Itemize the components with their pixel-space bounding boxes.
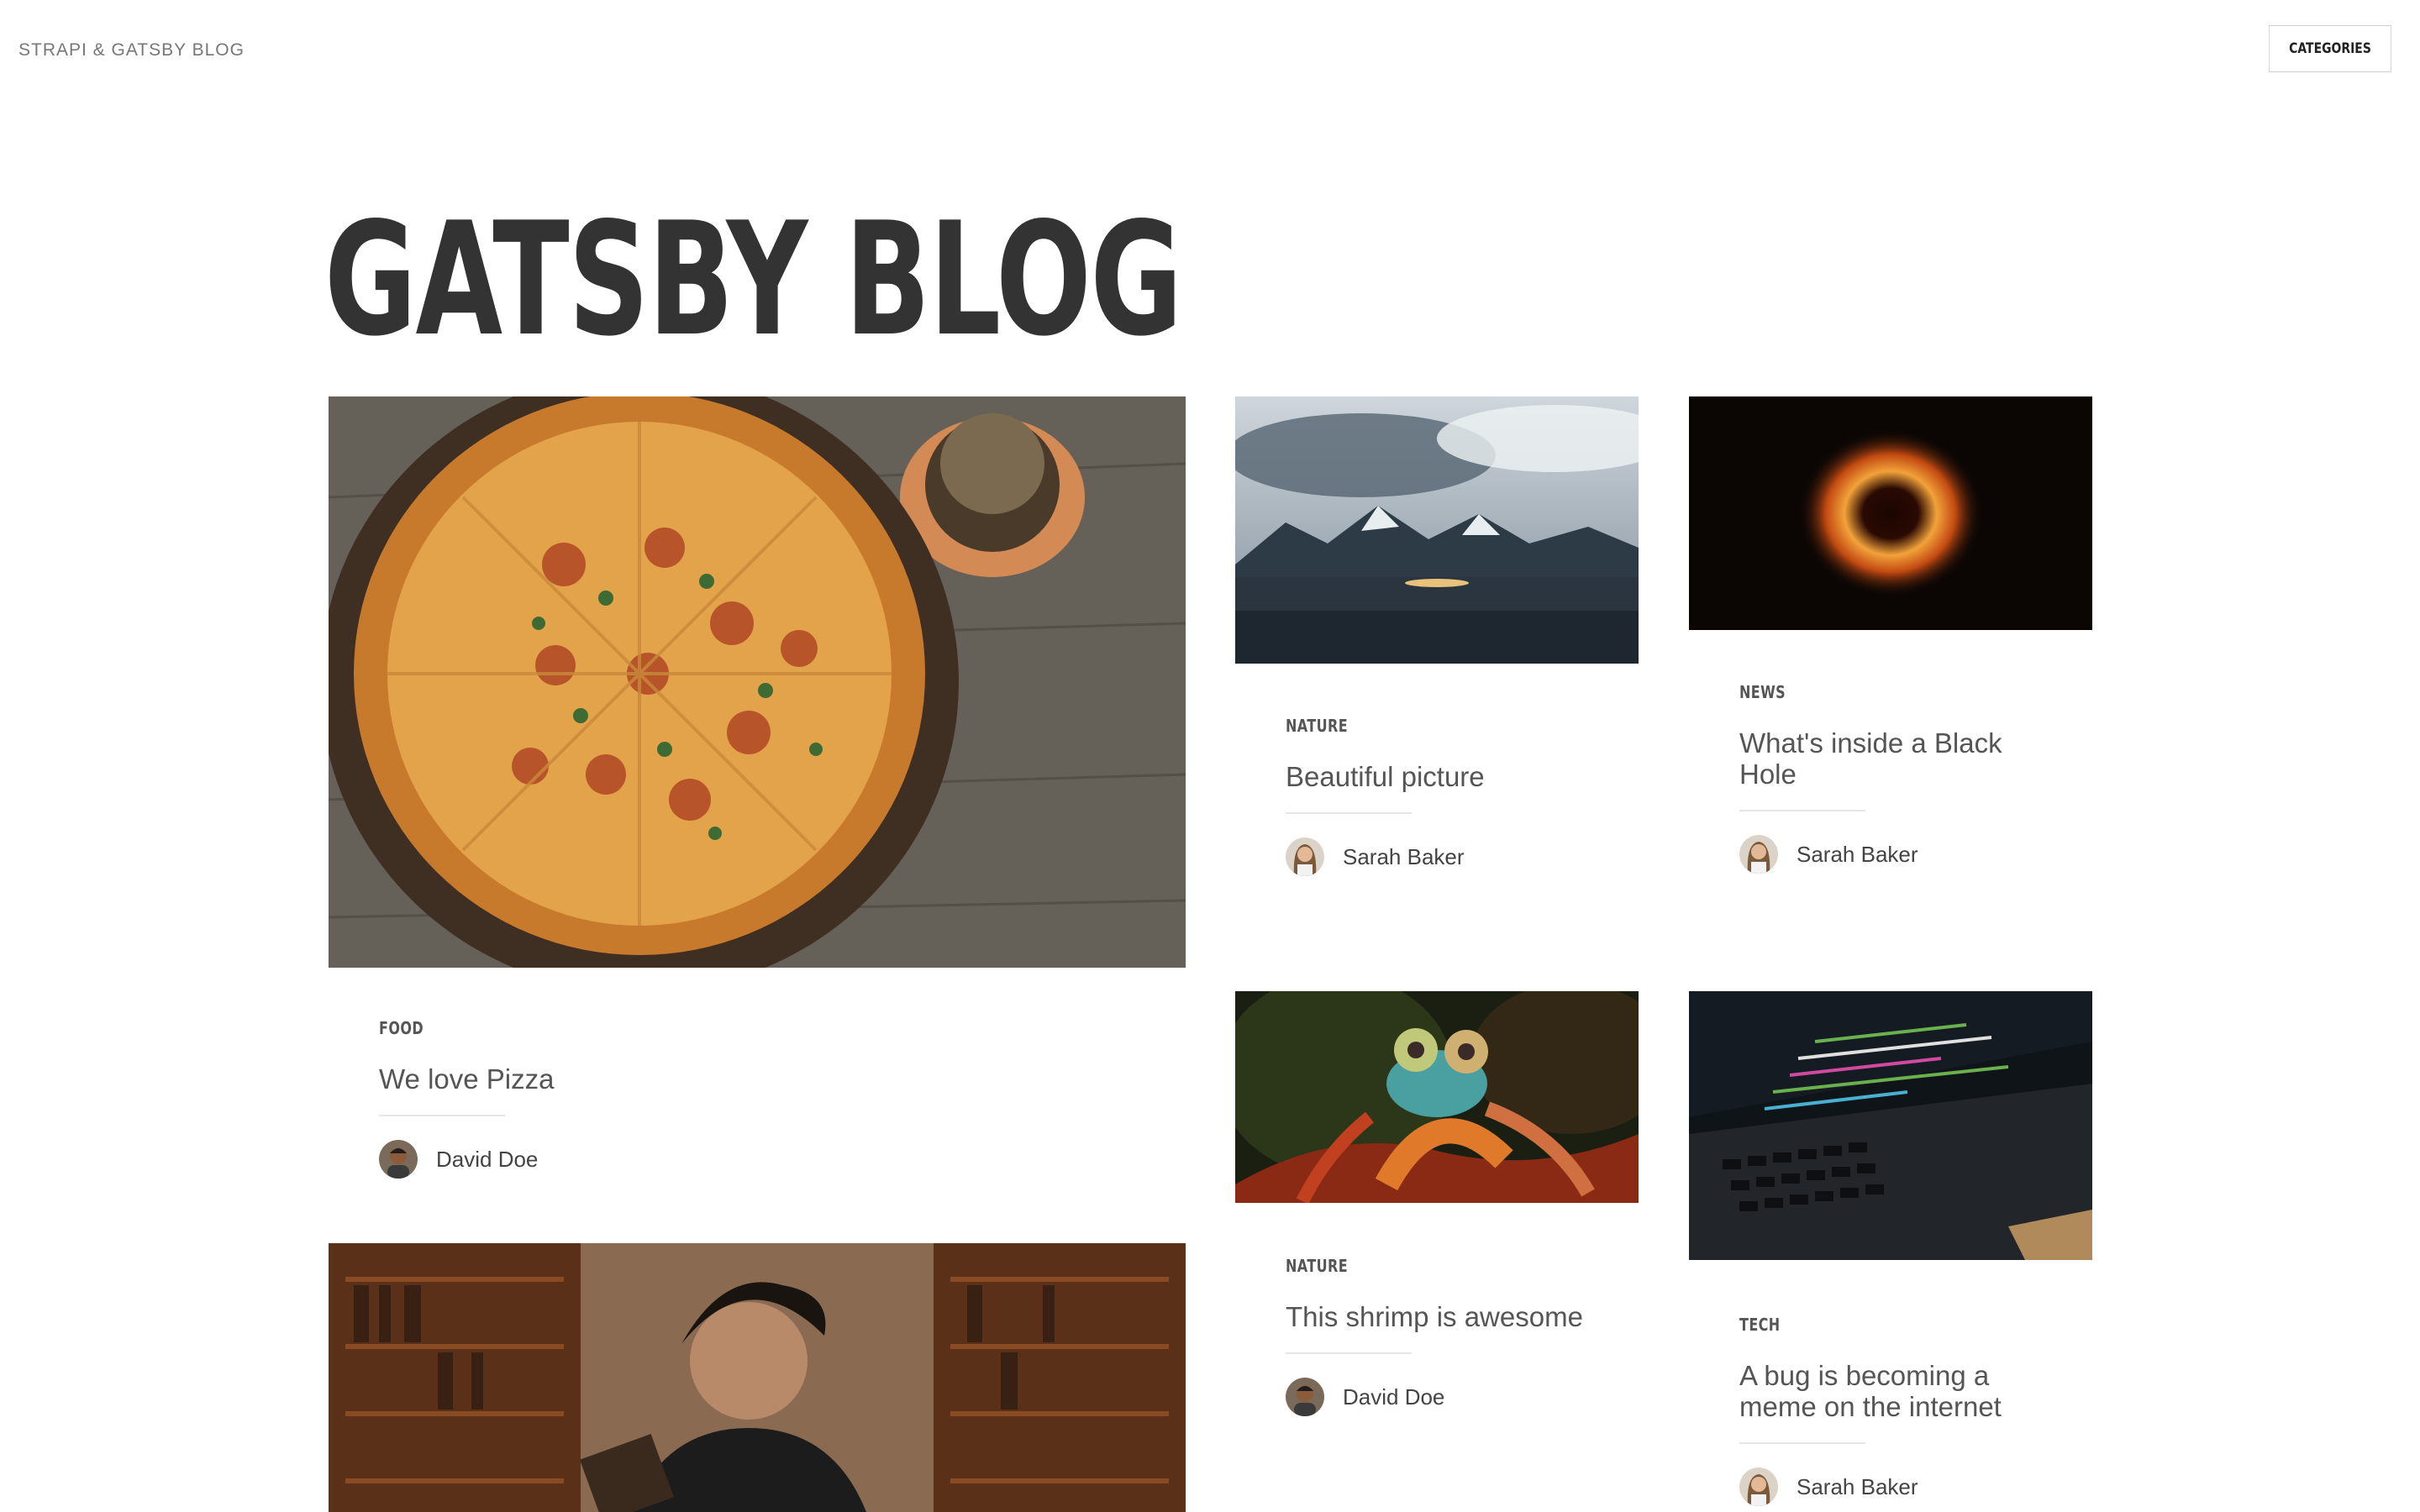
author-name: Sarah Baker [1797,1473,1918,1499]
author-avatar [1286,837,1324,876]
black-hole-image [1689,396,2092,630]
article-title[interactable]: What's inside a Black Hole [1739,727,2059,790]
article-title[interactable]: Beautiful picture [1286,761,1605,792]
article-title[interactable]: This shrimp is awesome [1286,1301,1605,1332]
author-name: Sarah Baker [1343,843,1465,869]
article-category: NEWS [1739,682,1786,702]
article-card-shrimp[interactable]: NATURE This shrimp is awesome David Doe [1235,991,1639,1512]
author-avatar [1286,1378,1324,1416]
categories-button[interactable]: CATEGORIES [2269,25,2391,72]
divider [1286,812,1412,814]
laptop-code-image [1689,991,2092,1260]
page-title: GATSBY BLOG [324,188,1182,370]
article-category: FOOD [379,1018,424,1038]
author-avatar [1739,1467,1778,1506]
divider [1739,810,1865,811]
article-author: David Doe [1286,1378,1605,1416]
article-author: Sarah Baker [1286,837,1605,876]
article-card-pizza[interactable]: FOOD We love Pizza David Doe [329,396,1186,1236]
article-category: TECH [1739,1315,1781,1335]
article-title[interactable]: A bug is becoming a meme on the internet [1739,1360,2059,1422]
article-author: Sarah Baker [1739,1467,2059,1506]
mountains-image [1235,396,1639,664]
divider [379,1115,505,1116]
author-name: Sarah Baker [1797,841,1918,867]
article-card-library[interactable] [329,1243,1186,1512]
article-author: Sarah Baker [1739,835,2059,874]
divider [1286,1352,1412,1354]
author-avatar [1739,835,1778,874]
article-card-laptop[interactable]: TECH A bug is becoming a meme on the int… [1689,991,2092,1512]
article-title[interactable]: We love Pizza [379,1063,1152,1095]
author-name: David Doe [1343,1383,1445,1410]
library-reader-image [329,1243,1186,1512]
author-avatar [379,1140,418,1179]
article-category: NATURE [1286,716,1349,736]
article-card-mountains[interactable]: NATURE Beautiful picture Sarah Baker [1235,396,1639,917]
author-name: David Doe [436,1146,539,1172]
pizza-image [329,396,1186,968]
site-brand-link[interactable]: STRAPI & GATSBY BLOG [18,40,245,60]
divider [1739,1442,1865,1444]
article-category: NATURE [1286,1256,1349,1276]
article-author: David Doe [379,1140,1152,1179]
article-card-black-hole[interactable]: NEWS What's inside a Black Hole Sarah Ba… [1689,396,2092,917]
shrimp-image [1235,991,1639,1203]
